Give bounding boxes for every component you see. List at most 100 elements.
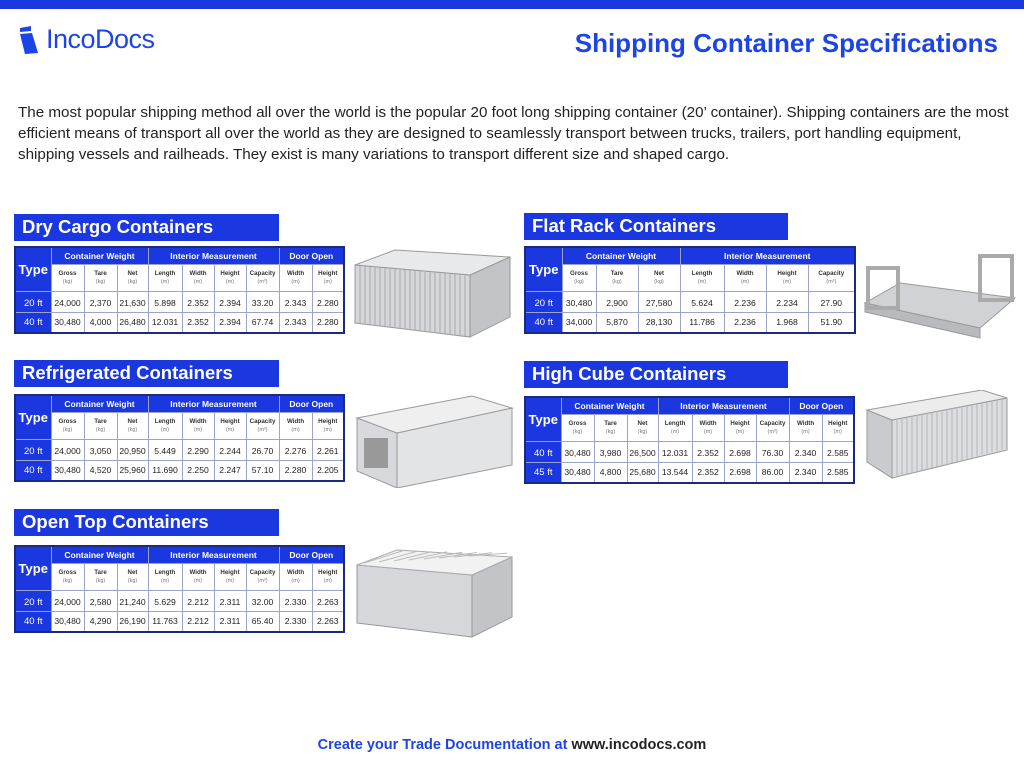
footer-link[interactable]: www.incodocs.com	[571, 737, 706, 753]
table-cell: 20,950	[116, 438, 149, 461]
table-cell: 2.276	[278, 438, 313, 461]
table-cell: 2.352	[691, 461, 725, 484]
column-header: Width (m)	[278, 411, 313, 440]
table-cell: 11.786	[679, 311, 725, 334]
table-cell: 13.544	[657, 461, 693, 484]
column-unit: (kg)	[612, 278, 622, 285]
table-cell: 2.330	[278, 589, 313, 612]
column-name: Width	[286, 568, 305, 576]
section-title: Refrigerated Containers	[14, 360, 279, 387]
column-unit: (m)	[160, 426, 170, 433]
spec-table: Type Container Weight Interior Measurement…	[524, 396, 856, 484]
column-header: Net (kg)	[116, 263, 149, 292]
column-name: Net	[127, 417, 138, 425]
column-unit: (kg)	[637, 428, 648, 435]
table-cell: 2.236	[723, 311, 767, 334]
column-header: Net (kg)	[116, 411, 149, 440]
table-cell: 2.340	[788, 440, 823, 463]
table-cell: 2.311	[213, 589, 247, 612]
column-name: Length	[154, 568, 176, 576]
column-header: Width (m)	[723, 263, 767, 292]
table-cell: 30,480	[50, 610, 85, 633]
table-row: 20 ft 24,000 3,050 20,950 5.449 2.290 2.244 26.…	[14, 438, 345, 461]
column-header: Length (m)	[657, 413, 693, 442]
table-cell: 30,480	[50, 459, 85, 482]
table-cell: 24,000	[50, 589, 85, 612]
column-unit: (kg)	[62, 426, 73, 433]
table-cell: 5.629	[147, 589, 183, 612]
column-header: Length (m)	[679, 263, 725, 292]
table-cell: 2.340	[788, 461, 823, 484]
column-header: Capacity (m³)	[245, 263, 280, 292]
table-cell: 2.290	[181, 438, 215, 461]
column-name: Capacity	[249, 269, 276, 277]
column-name: Capacity	[818, 269, 845, 277]
column-unit: (m)	[323, 278, 332, 285]
column-header: Tare (kg)	[595, 263, 639, 292]
column-name: Width	[189, 568, 207, 576]
table-cell: 21,240	[116, 589, 149, 612]
table-cell: 2.234	[765, 290, 809, 313]
table-cell: 2.261	[311, 438, 345, 461]
column-unit: (m)	[291, 278, 300, 285]
column-name: Tare	[94, 269, 107, 277]
column-unit: (m)	[291, 426, 300, 433]
group-header: Container Weight	[50, 545, 149, 564]
flat-rack-container-icon	[860, 248, 1020, 347]
table-cell: 11.763	[147, 610, 183, 633]
table-cell: 21,630	[116, 290, 149, 313]
table-cell: 4,290	[83, 610, 118, 633]
table-cell: 5.624	[679, 290, 725, 313]
table-cell: 26,480	[116, 311, 149, 334]
table-cell: 2.247	[213, 459, 247, 482]
column-header: Tare (kg)	[83, 562, 118, 591]
table-cell: 2.280	[311, 290, 345, 313]
type-header: Type	[14, 394, 52, 440]
column-header: Height (m)	[723, 413, 757, 442]
column-name: Net	[127, 269, 138, 277]
table-row: 20 ft 24,000 2,580 21,240 5.629 2.212 2.311 32.…	[14, 589, 345, 612]
container-20ft-icon	[350, 245, 515, 344]
type-header: Type	[524, 246, 563, 292]
table-cell: 25,680	[626, 461, 659, 484]
column-unit: (kg)	[95, 426, 106, 433]
table-cell: 2.698	[723, 440, 757, 463]
table-cell: 2.205	[311, 459, 345, 482]
table-cell: 2.250	[181, 459, 215, 482]
column-header: Width (m)	[181, 562, 215, 591]
table-cell: 27,580	[637, 290, 681, 313]
page-title: Shipping Container Specifications	[574, 28, 998, 58]
column-name: Length	[154, 269, 176, 277]
table-cell: 2.585	[821, 440, 855, 463]
column-unit: (kg)	[95, 278, 106, 285]
row-type-label: 45 ft	[524, 461, 562, 484]
group-header: Door Open	[278, 545, 345, 564]
table-cell: 2,900	[595, 290, 639, 313]
column-unit: (kg)	[95, 577, 106, 584]
column-header: Capacity (m³)	[755, 413, 790, 442]
group-header: Door Open	[788, 396, 855, 415]
table-cell: 2,580	[83, 589, 118, 612]
table-cell: 3,050	[83, 438, 118, 461]
group-header: Container Weight	[560, 396, 659, 415]
logo-text: IncoDocs	[46, 24, 155, 54]
column-header: Width (m)	[181, 411, 215, 440]
table-cell: 2.394	[213, 311, 247, 334]
column-unit: (m³)	[826, 278, 837, 285]
table-cell: 26,190	[116, 610, 149, 633]
column-header: Tare (kg)	[83, 263, 118, 292]
group-header: Interior Measurement	[679, 246, 856, 265]
table-cell: 2.343	[278, 290, 313, 313]
table-cell: 12.031	[657, 440, 693, 463]
column-header: Height (m)	[213, 562, 247, 591]
table-row: 40 ft 30,480 4,290 26,190 11.763 2.212 2.311 65…	[14, 610, 345, 633]
type-header: Type	[14, 246, 52, 292]
column-name: Tare	[94, 568, 107, 576]
table-row: 20 ft 30,480 2,900 27,580 5.624 2.236 2.234 27.…	[524, 290, 856, 313]
column-header: Tare (kg)	[83, 411, 118, 440]
column-name: Height	[220, 269, 240, 277]
table-cell: 86.00	[755, 461, 790, 484]
column-unit: (m³)	[767, 428, 778, 435]
table-cell: 4,800	[593, 461, 628, 484]
column-unit: (kg)	[574, 278, 584, 285]
